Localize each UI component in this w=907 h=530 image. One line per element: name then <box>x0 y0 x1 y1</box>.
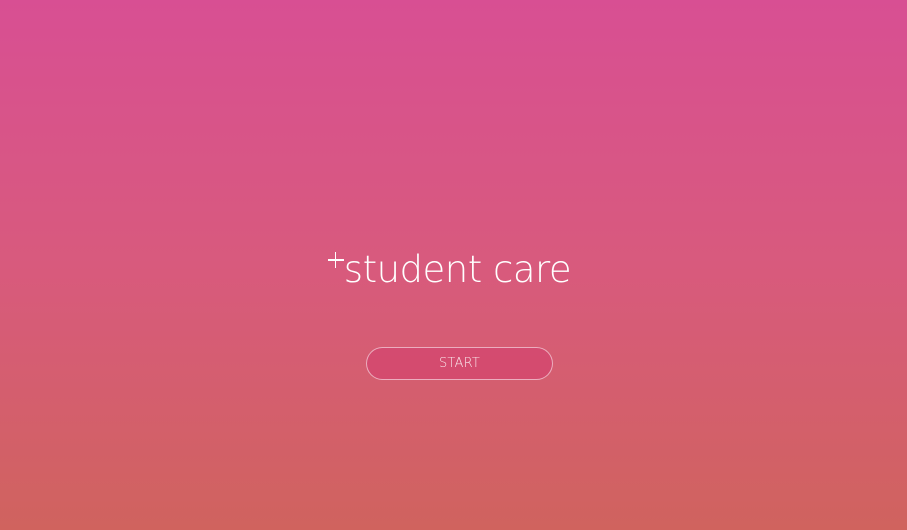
logo-wordmark: student care <box>327 246 572 301</box>
logo-text: student care <box>343 248 572 291</box>
plus-icon <box>327 252 344 268</box>
app-logo: student care <box>0 246 907 301</box>
start-button-label: START <box>438 356 481 371</box>
splash-screen: student care START <box>0 0 907 530</box>
start-button[interactable]: START <box>366 347 553 380</box>
